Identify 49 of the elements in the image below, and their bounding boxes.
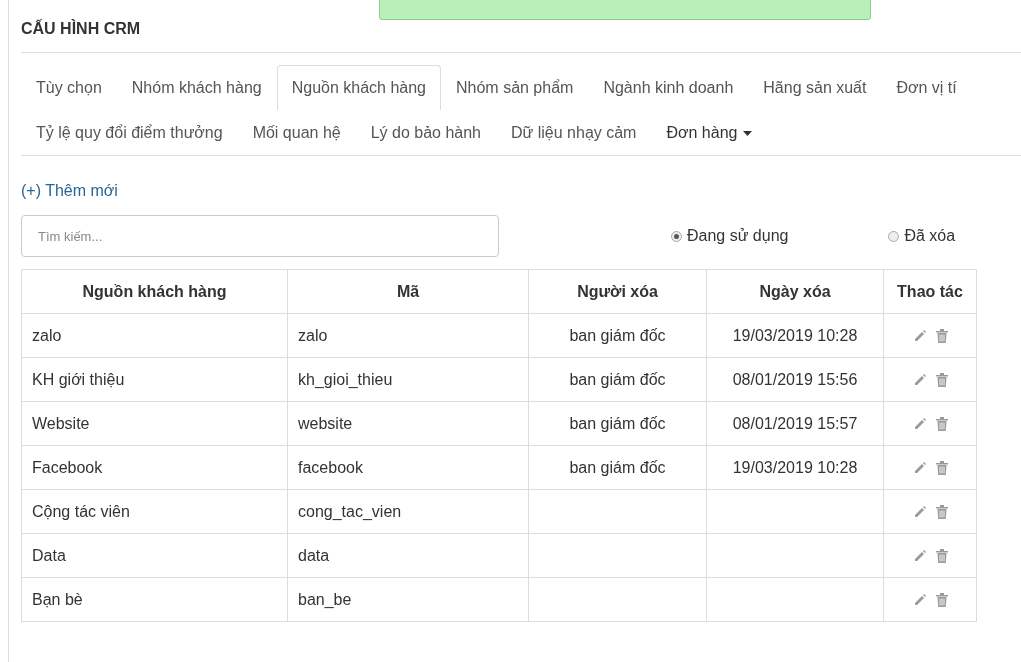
- pencil-icon[interactable]: [912, 328, 927, 343]
- column-header: Mã: [287, 269, 529, 314]
- radio-label: Đang sử dụng: [687, 227, 789, 245]
- pencil-icon[interactable]: [912, 372, 927, 387]
- radio-button[interactable]: [888, 230, 900, 242]
- pencil-icon[interactable]: [912, 460, 927, 475]
- page-title: CẤU HÌNH CRM: [21, 20, 1021, 53]
- table-cell: data: [287, 533, 529, 578]
- table-cell: zalo: [287, 313, 529, 358]
- table-cell: 19/03/2019 10:28: [706, 445, 884, 490]
- trash-icon[interactable]: [935, 372, 948, 387]
- pencil-icon[interactable]: [912, 504, 927, 519]
- pencil-icon[interactable]: [912, 548, 927, 563]
- table-cell: facebook: [287, 445, 529, 490]
- search-field[interactable]: Tìm kiếm...: [21, 215, 499, 257]
- tab[interactable]: Nguồn khách hàng: [276, 65, 441, 110]
- table-cell: 19/03/2019 10:28: [706, 313, 884, 358]
- table-cell: ban_be: [287, 577, 529, 622]
- table-cell: 08/01/2019 15:57: [706, 401, 884, 446]
- trash-icon[interactable]: [935, 328, 948, 343]
- table-cell: Data: [21, 533, 288, 578]
- table-cell: Website: [21, 401, 288, 446]
- table-cell: KH giới thiệu: [21, 357, 288, 402]
- table-cell: Cộng tác viên: [21, 489, 288, 534]
- trash-icon[interactable]: [935, 504, 948, 519]
- column-header: Nguồn khách hàng: [21, 269, 288, 314]
- table-cell: ban giám đốc: [528, 313, 707, 358]
- table-cell: ban giám đốc: [528, 357, 707, 402]
- trash-icon[interactable]: [935, 548, 948, 563]
- table-cell: website: [287, 401, 529, 446]
- table-cell: zalo: [21, 313, 288, 358]
- table-cell: 08/01/2019 15:56: [706, 357, 884, 402]
- column-header: Thao tác: [883, 269, 977, 314]
- column-header: Ngày xóa: [706, 269, 884, 314]
- pencil-icon[interactable]: [912, 592, 927, 607]
- trash-icon[interactable]: [935, 460, 948, 475]
- table-cell: Bạn bè: [21, 577, 288, 622]
- trash-icon[interactable]: [935, 592, 948, 607]
- table-cell: cong_tac_vien: [287, 489, 529, 534]
- column-header: Người xóa: [528, 269, 707, 314]
- radio-label: Đã xóa: [904, 227, 956, 245]
- trash-icon[interactable]: [935, 416, 948, 431]
- add-new-link[interactable]: (+) Thêm mới: [21, 182, 118, 200]
- pencil-icon[interactable]: [912, 416, 927, 431]
- table-cell: kh_gioi_thieu: [287, 357, 529, 402]
- table-cell: ban giám đốc: [528, 401, 707, 446]
- radio-button[interactable]: [671, 230, 682, 242]
- table-cell: Facebook: [21, 445, 288, 490]
- table-cell: ban giám đốc: [528, 445, 707, 490]
